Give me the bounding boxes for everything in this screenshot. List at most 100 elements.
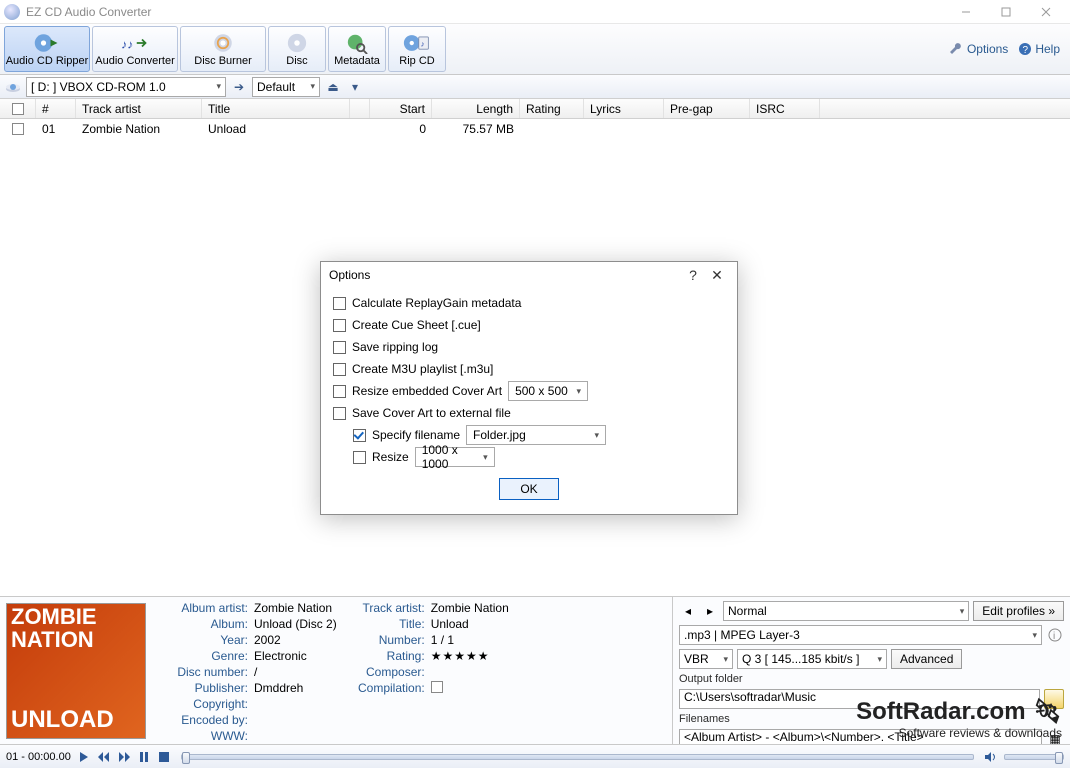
disc-burn-icon	[209, 31, 237, 55]
col-title[interactable]: Title	[202, 99, 350, 118]
player-bar: 01 - 00:00.00	[0, 744, 1070, 768]
col-artist[interactable]: Track artist	[76, 99, 202, 118]
options-dialog: Options ? ✕ Calculate ReplayGain metadat…	[320, 261, 738, 515]
profile-next-icon[interactable]: ▸	[701, 602, 719, 620]
number-value[interactable]: 1 / 1	[431, 633, 509, 647]
select-all-checkbox[interactable]	[12, 103, 24, 115]
toolbar-label: Rip CD	[399, 55, 434, 67]
metadata-area: Album artist:Zombie Nation Album:Unload …	[150, 597, 672, 744]
log-checkbox[interactable]	[333, 341, 346, 354]
year-value[interactable]: 2002	[254, 633, 337, 647]
window-title: EZ CD Audio Converter	[26, 5, 946, 19]
drive-bar: [ D: ] VBOX CD-ROM 1.0▾ ➔ Default▾ ⏏ ▾	[0, 75, 1070, 99]
m3u-checkbox[interactable]	[333, 363, 346, 376]
composer-value[interactable]	[431, 665, 509, 679]
col-rating[interactable]: Rating	[520, 99, 584, 118]
toolbar-label: Disc	[286, 55, 307, 67]
wrench-icon	[950, 42, 964, 56]
vbr-select[interactable]: VBR▾	[679, 649, 733, 669]
format-select[interactable]: .mp3 | MPEG Layer-3▾	[679, 625, 1042, 645]
prev-icon[interactable]	[97, 750, 111, 764]
track-artist-value[interactable]: Zombie Nation	[431, 601, 509, 615]
dialog-help-icon[interactable]: ?	[681, 267, 705, 283]
cover-art-area[interactable]: ZOMBIE NATION UNLOAD	[0, 597, 150, 744]
filenames-label: Filenames	[679, 713, 1064, 725]
ok-button[interactable]: OK	[499, 478, 558, 500]
close-button[interactable]	[1026, 1, 1066, 23]
toolbar-label: Disc Burner	[194, 55, 251, 67]
cd-icon	[33, 31, 61, 55]
resize-embedded-select[interactable]: 500 x 500▾	[508, 381, 588, 401]
profile-mode-select[interactable]: Normal▾	[723, 601, 969, 621]
volume-icon[interactable]	[984, 750, 998, 764]
col-isrc[interactable]: ISRC	[750, 99, 820, 118]
output-folder-input[interactable]: C:\Users\softradar\Music	[679, 689, 1040, 709]
cue-checkbox[interactable]	[333, 319, 346, 332]
copyright-value[interactable]	[254, 697, 337, 711]
genre-value[interactable]: Electronic	[254, 649, 337, 663]
arrow-right-icon[interactable]: ➔	[230, 78, 248, 96]
svg-text:♪♪: ♪♪	[121, 37, 133, 51]
resize-embedded-checkbox[interactable]	[333, 385, 346, 398]
cover-art: ZOMBIE NATION UNLOAD	[6, 603, 146, 739]
col-pregap[interactable]: Pre-gap	[664, 99, 750, 118]
volume-slider[interactable]	[1004, 754, 1064, 760]
advanced-button[interactable]: Advanced	[891, 649, 962, 669]
play-icon[interactable]	[77, 750, 91, 764]
col-start[interactable]: Start	[370, 99, 432, 118]
col-num[interactable]: #	[36, 99, 76, 118]
options-link[interactable]: Options	[950, 42, 1008, 56]
close-tray-icon[interactable]: ▾	[346, 78, 364, 96]
info-icon[interactable]: i	[1046, 626, 1064, 644]
eject-icon[interactable]: ⏏	[324, 78, 342, 96]
notes-arrow-icon: ♪♪	[121, 31, 149, 55]
main-toolbar: Audio CD Ripper ♪♪ Audio Converter Disc …	[0, 24, 1070, 75]
svg-text:?: ?	[1023, 45, 1029, 56]
window-titlebar: EZ CD Audio Converter	[0, 0, 1070, 24]
output-folder-label: Output folder	[679, 673, 1064, 685]
browse-folder-icon[interactable]	[1044, 689, 1064, 709]
replaygain-checkbox[interactable]	[333, 297, 346, 310]
minimize-button[interactable]	[946, 1, 986, 23]
disc-burner-button[interactable]: Disc Burner	[180, 26, 266, 72]
save-external-checkbox[interactable]	[333, 407, 346, 420]
stop-icon[interactable]	[157, 750, 171, 764]
row-checkbox[interactable]	[12, 123, 24, 135]
audio-converter-button[interactable]: ♪♪ Audio Converter	[92, 26, 178, 72]
album-value[interactable]: Unload (Disc 2)	[254, 617, 337, 631]
seek-slider[interactable]	[181, 754, 974, 760]
specify-filename-select[interactable]: Folder.jpg▾	[466, 425, 606, 445]
maximize-button[interactable]	[986, 1, 1026, 23]
encoded-by-value[interactable]	[254, 713, 337, 727]
publisher-value[interactable]: Dmddreh	[254, 681, 337, 695]
dialog-titlebar: Options ? ✕	[321, 262, 737, 288]
resize-external-select[interactable]: 1000 x 1000▾	[415, 447, 495, 467]
resize-external-checkbox[interactable]	[353, 451, 366, 464]
rating-value[interactable]: ★★★★★	[431, 649, 509, 663]
svg-text:i: i	[1053, 631, 1055, 642]
next-icon[interactable]	[117, 750, 131, 764]
album-artist-value[interactable]: Zombie Nation	[254, 601, 337, 615]
help-link[interactable]: ?Help	[1018, 42, 1060, 56]
disc-button[interactable]: Disc	[268, 26, 326, 72]
svg-text:♪: ♪	[421, 40, 425, 49]
www-value[interactable]	[254, 729, 337, 743]
edit-profiles-button[interactable]: Edit profiles »	[973, 601, 1064, 621]
title-value[interactable]: Unload	[431, 617, 509, 631]
col-length[interactable]: Length	[432, 99, 520, 118]
metadata-button[interactable]: Metadata	[328, 26, 386, 72]
rip-cd-button[interactable]: ♪ Rip CD	[388, 26, 446, 72]
output-panel: ◂ ▸ Normal▾ Edit profiles » .mp3 | MPEG …	[672, 597, 1070, 744]
pause-icon[interactable]	[137, 750, 151, 764]
drive-select[interactable]: [ D: ] VBOX CD-ROM 1.0▾	[26, 77, 226, 97]
profile-prev-icon[interactable]: ◂	[679, 602, 697, 620]
quality-select[interactable]: Q 3 [ 145...185 kbit/s ]▾	[737, 649, 887, 669]
disc-number-value[interactable]: /	[254, 665, 337, 679]
track-row[interactable]: 01 Zombie Nation Unload 0 75.57 MB	[0, 119, 1070, 139]
col-lyrics[interactable]: Lyrics	[584, 99, 664, 118]
profile-select[interactable]: Default▾	[252, 77, 320, 97]
compilation-checkbox[interactable]	[431, 681, 443, 693]
dialog-close-icon[interactable]: ✕	[705, 267, 729, 284]
specify-filename-checkbox[interactable]	[353, 429, 366, 442]
audio-cd-ripper-button[interactable]: Audio CD Ripper	[4, 26, 90, 72]
